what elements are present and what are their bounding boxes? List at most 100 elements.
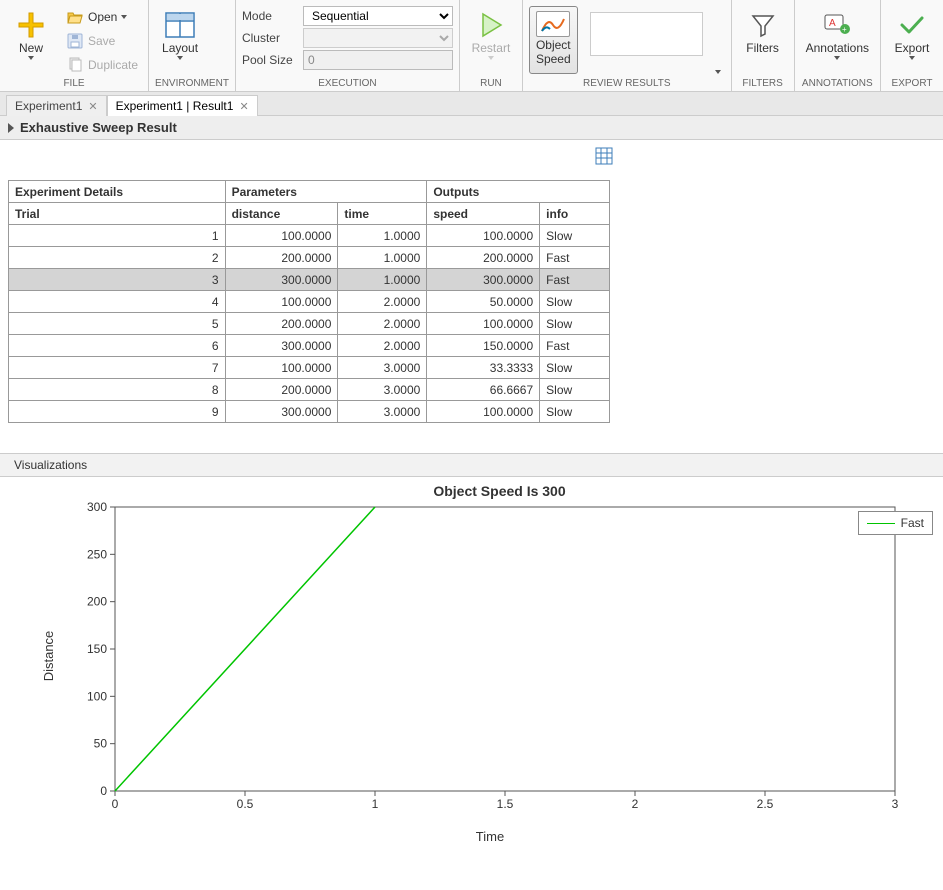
chart-xlabel: Time (75, 811, 905, 844)
ribbon-toolbar: New Open Save (0, 0, 943, 92)
cell-info: Fast (540, 247, 610, 269)
visualizations-header: Visualizations (0, 453, 943, 477)
duplicate-button-label: Duplicate (88, 58, 138, 72)
cell-time: 3.0000 (338, 357, 427, 379)
legend-line-icon (867, 523, 895, 524)
cell-info: Slow (540, 357, 610, 379)
table-row[interactable]: 1100.00001.0000100.0000Slow (9, 225, 610, 247)
xtick-label: 1.5 (497, 797, 514, 811)
cell-trial: 3 (9, 269, 226, 291)
cell-speed: 200.0000 (427, 247, 540, 269)
document-tab-label: Experiment1 (15, 99, 82, 113)
cell-time: 1.0000 (338, 225, 427, 247)
ytick-label: 150 (87, 642, 107, 656)
open-button[interactable]: Open (62, 6, 142, 28)
th-exp-details[interactable]: Experiment Details (9, 181, 226, 203)
chart-legend[interactable]: Fast (858, 511, 933, 535)
xtick-label: 2.5 (757, 797, 774, 811)
cell-distance: 300.0000 (225, 269, 338, 291)
filters-button[interactable]: Filters (738, 6, 788, 58)
export-button[interactable]: Export (887, 6, 937, 63)
object-speed-label1: Object (536, 39, 571, 51)
object-speed-toggle[interactable]: Object Speed (529, 6, 578, 74)
cell-trial: 7 (9, 357, 226, 379)
restart-button: Restart (466, 6, 516, 63)
table-row[interactable]: 7100.00003.000033.3333Slow (9, 357, 610, 379)
open-button-label: Open (88, 10, 117, 24)
cell-distance: 100.0000 (225, 291, 338, 313)
table-row[interactable]: 8200.00003.000066.6667Slow (9, 379, 610, 401)
th-parameters[interactable]: Parameters (225, 181, 427, 203)
cell-trial: 6 (9, 335, 226, 357)
table-row[interactable]: 4100.00002.000050.0000Slow (9, 291, 610, 313)
poolsize-input (303, 50, 453, 70)
cell-time: 1.0000 (338, 269, 427, 291)
object-speed-label2: Speed (536, 53, 571, 65)
document-tab[interactable]: Experiment1 ✕ (6, 95, 107, 116)
xtick-label: 3 (892, 797, 899, 811)
chart-area: Object Speed Is 300 Distance 05010015020… (0, 477, 943, 848)
cell-trial: 1 (9, 225, 226, 247)
review-gallery-area[interactable] (590, 12, 703, 56)
ribbon-group-env-label: ENVIRONMENT (155, 76, 229, 91)
cell-time: 2.0000 (338, 313, 427, 335)
svg-text:A: A (829, 18, 836, 29)
ribbon-group-export-label: EXPORT (887, 76, 937, 91)
gallery-dropdown[interactable] (711, 14, 725, 74)
table-row[interactable]: 9300.00003.0000100.0000Slow (9, 401, 610, 423)
chart-title: Object Speed Is 300 (60, 481, 939, 501)
cell-distance: 200.0000 (225, 379, 338, 401)
save-button-label: Save (88, 34, 115, 48)
ytick-label: 300 (87, 501, 107, 514)
cell-time: 3.0000 (338, 401, 427, 423)
ribbon-group-filters: Filters FILTERS (732, 0, 795, 91)
cell-speed: 33.3333 (427, 357, 540, 379)
filters-button-label: Filters (746, 42, 779, 55)
floppy-disk-icon (66, 32, 84, 50)
table-row[interactable]: 6300.00002.0000150.0000Fast (9, 335, 610, 357)
ribbon-group-ann-label: ANNOTATIONS (801, 76, 874, 91)
ribbon-group-exec-label: EXECUTION (242, 76, 453, 91)
xtick-label: 1 (372, 797, 379, 811)
line-chart[interactable]: 05010015020025030000.511.522.53 (75, 501, 905, 811)
table-row[interactable]: 3300.00001.0000300.0000Fast (9, 269, 610, 291)
cell-speed: 300.0000 (427, 269, 540, 291)
cell-info: Fast (540, 335, 610, 357)
th-trial[interactable]: Trial (9, 203, 226, 225)
table-row[interactable]: 2200.00001.0000200.0000Fast (9, 247, 610, 269)
close-icon[interactable]: ✕ (88, 100, 97, 113)
ribbon-group-environment: Layout ENVIRONMENT (149, 0, 236, 91)
document-tab-label: Experiment1 | Result1 (116, 99, 234, 113)
annotation-icon: A+ (821, 9, 853, 41)
ribbon-group-export: Export EXPORT (881, 0, 943, 91)
th-time[interactable]: time (338, 203, 427, 225)
duplicate-icon (66, 56, 84, 74)
layout-button[interactable]: Layout (155, 6, 205, 63)
mode-select[interactable]: Sequential (303, 6, 453, 26)
grid-icon (595, 147, 613, 165)
table-view-button[interactable] (594, 146, 614, 166)
new-button-label: New (19, 42, 43, 55)
ribbon-group-execution: Mode Sequential Cluster Pool Size EXECUT… (236, 0, 460, 91)
ribbon-group-run-label: RUN (466, 76, 516, 91)
annotations-button[interactable]: A+ Annotations (801, 6, 874, 63)
document-tab[interactable]: Experiment1 | Result1 ✕ (107, 95, 258, 116)
chevron-down-icon (121, 15, 127, 19)
play-icon (475, 9, 507, 41)
close-icon[interactable]: ✕ (239, 100, 248, 113)
th-speed[interactable]: speed (427, 203, 540, 225)
cell-distance: 100.0000 (225, 357, 338, 379)
results-table[interactable]: Experiment Details Parameters Outputs Tr… (8, 180, 610, 423)
document-body: Exhaustive Sweep Result Experiment Detai… (0, 116, 943, 890)
new-button[interactable]: New (6, 6, 56, 63)
sweep-result-header[interactable]: Exhaustive Sweep Result (0, 116, 943, 140)
cell-info: Slow (540, 379, 610, 401)
th-info[interactable]: info (540, 203, 610, 225)
cell-speed: 100.0000 (427, 313, 540, 335)
cell-distance: 300.0000 (225, 401, 338, 423)
table-row[interactable]: 5200.00002.0000100.0000Slow (9, 313, 610, 335)
cell-distance: 100.0000 (225, 225, 338, 247)
th-outputs[interactable]: Outputs (427, 181, 610, 203)
chevron-down-icon (715, 70, 721, 74)
th-distance[interactable]: distance (225, 203, 338, 225)
